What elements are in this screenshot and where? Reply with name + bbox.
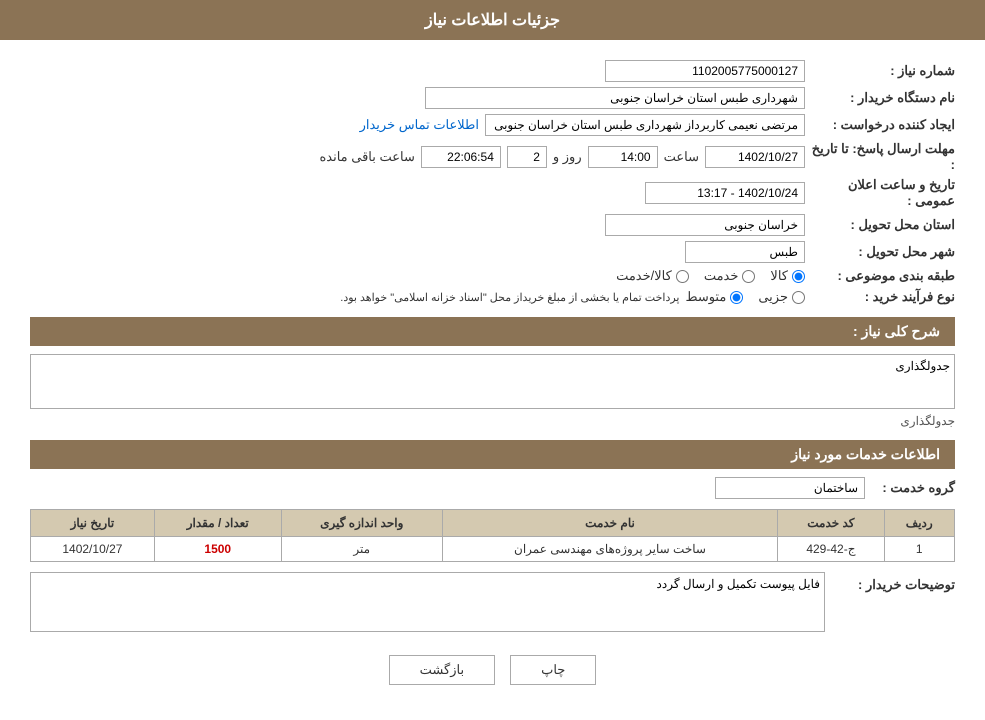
buyer-desc-content — [30, 572, 825, 635]
textarea-sharh[interactable] — [30, 354, 955, 409]
row-taarikh-elaan: تاریخ و ساعت اعلان عمومی : — [30, 177, 955, 209]
noefarayand-radio-group: جزیی متوسط — [685, 289, 805, 305]
row-shomareNiaz: شماره نیاز : — [30, 60, 955, 82]
input-mohlat-rooz[interactable] — [507, 146, 547, 168]
row-tabaqe: طبقه بندی موضوعی : کالا خدمت کالا/خدمت — [30, 268, 955, 284]
input-shahr[interactable] — [685, 241, 805, 263]
radio-jozi[interactable] — [792, 291, 805, 304]
radio-jozi-label: جزیی — [758, 289, 788, 305]
label-eijadKonande: ایجاد کننده درخواست : — [805, 117, 955, 133]
row-eijadKonande: ایجاد کننده درخواست : اطلاعات تماس خریدا… — [30, 114, 955, 136]
th-radif: ردیف — [884, 510, 955, 537]
noefarayand-desc: پرداخت تمام یا بخشی از مبلغ خریداز محل "… — [340, 291, 679, 304]
sharh-placeholder: جدولگذاری — [30, 414, 955, 428]
link-ettelaatTamas[interactable]: اطلاعات تماس خریدار — [360, 117, 479, 133]
cell-tedad: 1500 — [154, 537, 281, 562]
cell-nam: ساخت سایر پروژه‌های مهندسی عمران — [442, 537, 778, 562]
radio-kala-khedmat[interactable] — [676, 270, 689, 283]
page-title: جزئیات اطلاعات نیاز — [425, 12, 560, 29]
buyer-desc-section: توضیحات خریدار : — [30, 572, 955, 635]
label-taarikh-elaan: تاریخ و ساعت اعلان عمومی : — [805, 177, 955, 209]
value-ostan — [30, 214, 805, 236]
th-tarikh: تاریخ نیاز — [31, 510, 155, 537]
value-shomareNiaz — [30, 60, 805, 82]
table-header-row: ردیف کد خدمت نام خدمت واحد اندازه گیری ت… — [31, 510, 955, 537]
main-content: شماره نیاز : نام دستگاه خریدار : ایجاد ک… — [0, 40, 985, 700]
radio-motavasset[interactable] — [730, 291, 743, 304]
radio-khedmat[interactable] — [742, 270, 755, 283]
section-sharh: شرح کلی نیاز : — [30, 317, 955, 346]
page-header: جزئیات اطلاعات نیاز — [0, 0, 985, 40]
label-service-group: گروه خدمت : — [875, 480, 955, 496]
value-eijadKonande: اطلاعات تماس خریدار — [30, 114, 805, 136]
input-mohlat-saat[interactable] — [588, 146, 658, 168]
row-namDastgah: نام دستگاه خریدار : — [30, 87, 955, 109]
input-namDastgah[interactable] — [425, 87, 805, 109]
section-services-title: اطلاعات خدمات مورد نیاز — [791, 446, 940, 462]
page-wrapper: جزئیات اطلاعات نیاز شماره نیاز : نام دست… — [0, 0, 985, 720]
back-button[interactable]: بازگشت — [389, 655, 495, 685]
cell-tarikh: 1402/10/27 — [31, 537, 155, 562]
tabaqe-radio-group: کالا خدمت کالا/خدمت — [30, 268, 805, 284]
input-shomareNiaz[interactable] — [605, 60, 805, 82]
input-mohlat-date[interactable] — [705, 146, 805, 168]
table-row: 1 ج-42-429 ساخت سایر پروژه‌های مهندسی عم… — [31, 537, 955, 562]
label-ostan: استان محل تحویل : — [805, 217, 955, 233]
radio-kala-label: کالا — [770, 268, 788, 284]
label-noefarayand: نوع فرآیند خرید : — [805, 289, 955, 305]
radio-item-khedmat: خدمت — [704, 268, 756, 284]
input-taarikh-elaan[interactable] — [645, 182, 805, 204]
row-mohlat: مهلت ارسال پاسخ: تا تاریخ : ساعت روز و س… — [30, 141, 955, 172]
cell-kod: ج-42-429 — [778, 537, 884, 562]
services-table: ردیف کد خدمت نام خدمت واحد اندازه گیری ت… — [30, 509, 955, 562]
input-service-group[interactable] — [715, 477, 865, 499]
input-mohlat-remaining[interactable] — [421, 146, 501, 168]
value-mohlat: ساعت روز و ساعت باقی مانده — [30, 146, 805, 168]
radio-kala-khedmat-label: کالا/خدمت — [616, 268, 672, 284]
section-services: اطلاعات خدمات مورد نیاز — [30, 440, 955, 469]
value-namDastgah — [30, 87, 805, 109]
th-vahed: واحد اندازه گیری — [281, 510, 442, 537]
row-shahr: شهر محل تحویل : — [30, 241, 955, 263]
label-mohlat: مهلت ارسال پاسخ: تا تاریخ : — [805, 141, 955, 172]
row-service-group: گروه خدمت : — [30, 477, 955, 499]
cell-vahed: متر — [281, 537, 442, 562]
cell-radif: 1 — [884, 537, 955, 562]
row-ostan: استان محل تحویل : — [30, 214, 955, 236]
th-nam: نام خدمت — [442, 510, 778, 537]
buyer-desc-label: توضیحات خریدار : — [835, 572, 955, 593]
section-sharh-title: شرح کلی نیاز : — [853, 323, 940, 339]
bottom-buttons: چاپ بازگشت — [30, 655, 955, 685]
label-shahr: شهر محل تحویل : — [805, 244, 955, 260]
label-namDastgah: نام دستگاه خریدار : — [805, 90, 955, 106]
label-tabaqe: طبقه بندی موضوعی : — [805, 268, 955, 284]
radio-item-jozi: جزیی — [758, 289, 805, 305]
value-shahr — [30, 241, 805, 263]
input-eijadKonande[interactable] — [485, 114, 805, 136]
radio-motavasset-label: متوسط — [685, 289, 726, 305]
label-saat: ساعت — [664, 149, 699, 165]
th-kod: کد خدمت — [778, 510, 884, 537]
label-shomareNiaz: شماره نیاز : — [805, 63, 955, 79]
th-tedad: تعداد / مقدار — [154, 510, 281, 537]
label-remaining: ساعت باقی مانده — [319, 149, 414, 165]
radio-item-kala: کالا — [770, 268, 805, 284]
sharh-content: جدولگذاری — [30, 354, 955, 428]
textarea-buyer-desc[interactable] — [30, 572, 825, 632]
input-ostan[interactable] — [605, 214, 805, 236]
print-button[interactable]: چاپ — [510, 655, 596, 685]
label-rooz: روز و — [553, 149, 582, 165]
value-tabaqe: کالا خدمت کالا/خدمت — [30, 268, 805, 284]
row-noefarayand: نوع فرآیند خرید : جزیی متوسط پرداخت تمام… — [30, 289, 955, 305]
value-noefarayand: جزیی متوسط پرداخت تمام یا بخشی از مبلغ خ… — [30, 289, 805, 305]
radio-khedmat-label: خدمت — [704, 268, 739, 284]
radio-item-motavasset: متوسط — [685, 289, 743, 305]
value-taarikh-elaan — [30, 182, 805, 204]
radio-item-kala-khedmat: کالا/خدمت — [616, 268, 689, 284]
radio-kala[interactable] — [792, 270, 805, 283]
